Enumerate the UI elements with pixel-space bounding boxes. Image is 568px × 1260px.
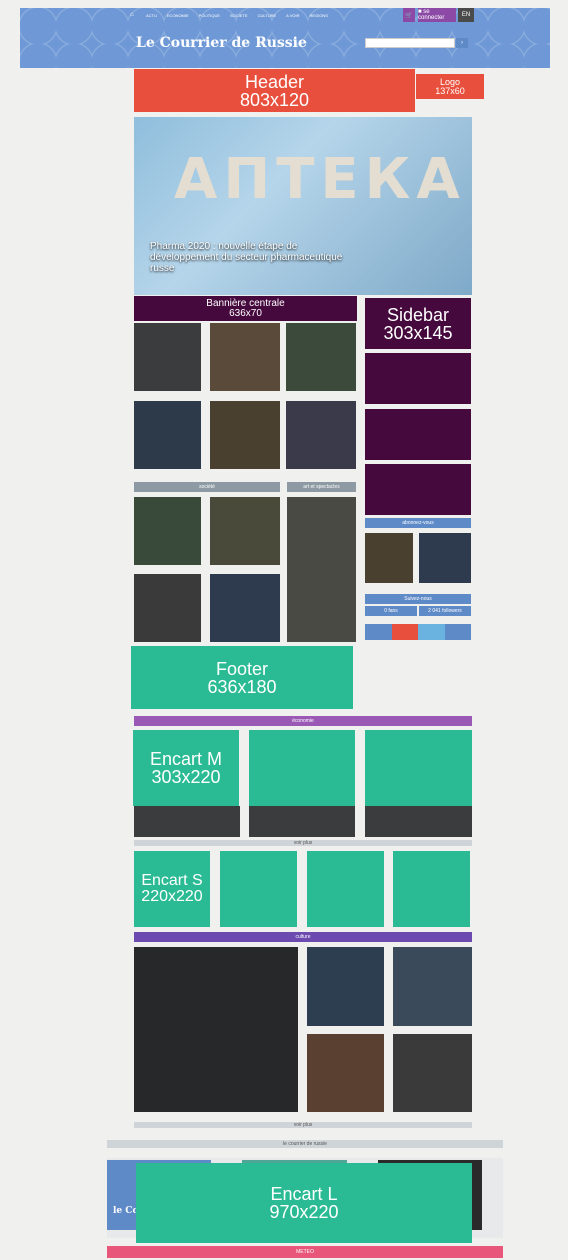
ad-footer-name: Footer	[215, 658, 269, 679]
article-card[interactable]	[134, 574, 201, 642]
sidebar-card[interactable]	[365, 533, 413, 583]
site-logo[interactable]: Le Courrier de Russie	[136, 35, 307, 51]
ad-encart-s-name: Encart S	[141, 872, 203, 889]
ad-encart-m-slot[interactable]	[249, 730, 355, 806]
footer-title-bar: le courrier de russie	[107, 1140, 503, 1148]
article-card[interactable]	[134, 323, 201, 391]
social-widget-title: Suivez-nous	[365, 594, 471, 604]
ad-sidebar-slot[interactable]	[365, 464, 471, 515]
nav-item[interactable]: politique	[199, 13, 220, 18]
section-title-bar[interactable]: culture	[134, 932, 472, 942]
ad-encart-l-name: Encart L	[270, 1184, 338, 1204]
ad-encart-l[interactable]: Encart L 970x220	[136, 1163, 472, 1243]
twitter-icon[interactable]	[418, 624, 445, 640]
article-card[interactable]	[210, 574, 280, 642]
nav-item[interactable]: a voir	[286, 13, 299, 18]
more-link[interactable]: voir plus	[134, 840, 472, 846]
search-icon[interactable]: ›	[456, 38, 468, 48]
facebook-fans[interactable]: 0 fans	[365, 606, 417, 616]
article-card[interactable]	[393, 1034, 472, 1112]
article-card-tall[interactable]	[287, 497, 356, 642]
article-strip[interactable]	[249, 806, 355, 837]
section-title-bar[interactable]: économie	[134, 716, 472, 726]
ad-banner-name: Bannière centrale	[206, 297, 285, 309]
ad-header-size: 803x120	[239, 89, 310, 110]
article-card[interactable]	[210, 497, 280, 565]
language-button[interactable]: EN	[458, 8, 474, 22]
hero-article[interactable]: АПТЕКА Pharma 2020 : nouvelle étape de d…	[134, 117, 472, 295]
nav-item[interactable]: actu	[146, 13, 157, 18]
ad-header-name: Header	[244, 71, 305, 92]
ad-logo[interactable]: Logo 137x60	[416, 74, 484, 99]
article-card[interactable]	[134, 401, 201, 469]
ad-encart-m-name: Encart M	[149, 749, 223, 769]
main-nav: ⌂ actu economie politique societe cultur…	[130, 10, 328, 20]
section-title-bar[interactable]: art et spectacles	[287, 482, 356, 492]
article-card[interactable]	[393, 947, 472, 1026]
facebook-icon[interactable]	[365, 624, 392, 640]
article-card[interactable]	[286, 323, 356, 391]
article-strip[interactable]	[134, 806, 240, 837]
vk-icon[interactable]	[444, 624, 471, 640]
article-card[interactable]	[307, 1034, 384, 1112]
ad-encart-s-slot[interactable]	[307, 851, 384, 927]
nav-item[interactable]: societe	[230, 13, 248, 18]
ad-sidebar-size: 303x145	[383, 322, 453, 343]
ad-encart-m-slot[interactable]	[365, 730, 472, 806]
hero-image-text: АПТЕКА	[174, 147, 466, 212]
ad-banner-size: 636x70	[229, 307, 262, 319]
ad-sidebar-slot[interactable]	[365, 353, 471, 404]
ad-sidebar-slot[interactable]	[365, 409, 471, 460]
home-icon[interactable]: ⌂	[130, 12, 136, 18]
nav-item[interactable]: economie	[167, 13, 189, 18]
article-card[interactable]	[134, 497, 201, 565]
ad-encart-s[interactable]: Encart S 220x220	[134, 851, 210, 927]
ad-footer-size: 636x180	[207, 676, 277, 697]
hero-caption[interactable]: Pharma 2020 : nouvelle étape de développ…	[150, 241, 350, 274]
ad-encart-m[interactable]: Encart M 303x220	[133, 730, 239, 806]
ad-header[interactable]: Header 803x120	[134, 69, 415, 112]
ad-encart-m-size: 303x220	[151, 767, 221, 787]
article-card[interactable]	[307, 947, 384, 1026]
ad-logo-size: 137x60	[435, 85, 465, 96]
article-card[interactable]	[210, 323, 280, 391]
ad-encart-s-slot[interactable]	[220, 851, 297, 927]
twitter-followers[interactable]: 2 041 followers	[419, 606, 471, 616]
ad-sidebar-name: Sidebar	[386, 304, 450, 325]
article-card[interactable]	[210, 401, 280, 469]
article-card[interactable]	[286, 401, 356, 469]
ad-encart-s-size: 220x220	[141, 888, 203, 905]
section-title-bar[interactable]: société	[134, 482, 280, 492]
nav-item[interactable]: culture	[258, 13, 277, 18]
social-share-row	[365, 624, 471, 640]
weather-bar[interactable]: METEO	[107, 1246, 503, 1258]
cart-button[interactable]: 🛒	[403, 8, 415, 22]
ad-footer[interactable]: Footer 636x180	[131, 646, 353, 709]
login-button[interactable]: ■ se connecter	[418, 8, 456, 22]
ad-encart-l-size: 970x220	[269, 1202, 339, 1222]
ad-sidebar[interactable]: Sidebar 303x145	[365, 298, 471, 349]
search-input[interactable]	[365, 38, 455, 48]
article-strip[interactable]	[365, 806, 472, 837]
sidebar-widget-title[interactable]: abonnez-vous	[365, 518, 471, 528]
ad-banner[interactable]: Bannière centrale 636x70	[134, 296, 357, 321]
google-icon[interactable]	[391, 624, 418, 640]
featured-article[interactable]	[134, 947, 298, 1112]
ad-encart-s-slot[interactable]	[393, 851, 470, 927]
more-link[interactable]: voir plus	[134, 1122, 472, 1128]
nav-item[interactable]: regions	[310, 13, 328, 18]
sidebar-card[interactable]	[419, 533, 471, 583]
